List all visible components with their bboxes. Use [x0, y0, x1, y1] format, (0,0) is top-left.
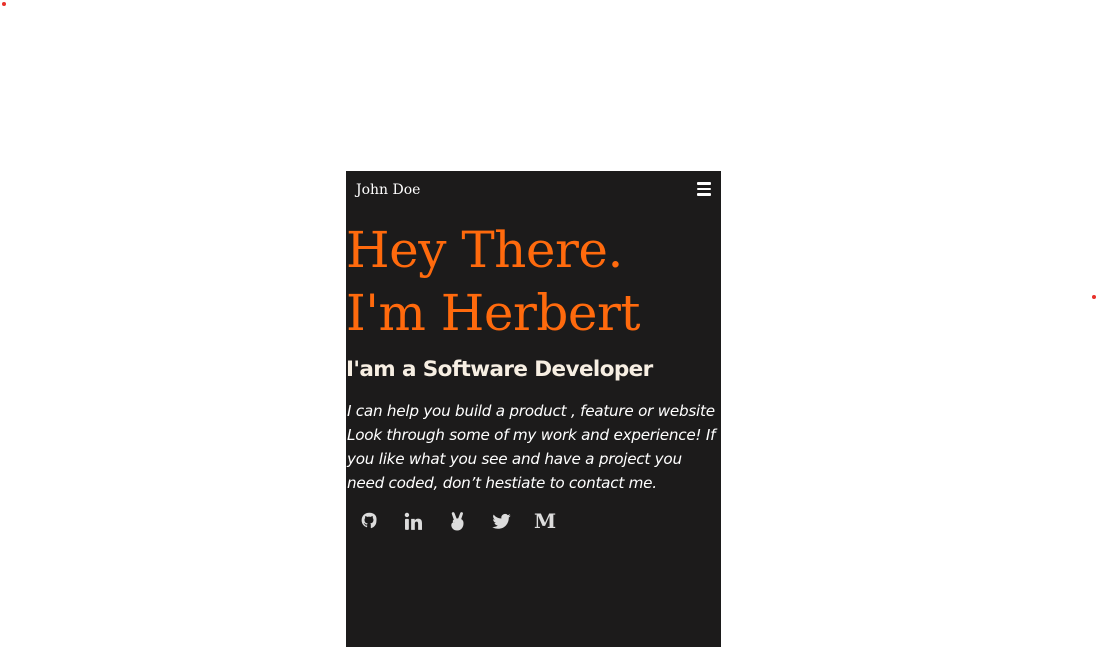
medium-icon[interactable]: M	[534, 510, 556, 532]
medium-glyph: M	[533, 509, 557, 533]
hero-intro: I can help you build a product , feature…	[347, 402, 716, 492]
angellist-icon[interactable]	[446, 510, 468, 532]
navbar: John Doe	[346, 171, 721, 209]
marker-dot	[2, 2, 6, 6]
twitter-icon[interactable]	[490, 510, 512, 532]
social-links: M	[346, 510, 721, 532]
brand-link[interactable]: John Doe	[356, 181, 420, 199]
hamburger-menu-icon[interactable]	[697, 182, 711, 196]
hero-title: Hey There. I'm Herbert	[346, 219, 721, 345]
github-icon[interactable]	[358, 510, 380, 532]
hero-title-line-2: I'm Herbert	[346, 284, 641, 342]
hero-subtitle: I'am a Software Developer	[346, 357, 653, 382]
hero-title-line-1: Hey There.	[346, 221, 623, 279]
mobile-viewport: John Doe Hey There. I'm Herbert I'am a S…	[346, 171, 721, 647]
linkedin-icon[interactable]	[402, 510, 424, 532]
marker-dot	[1092, 295, 1096, 299]
